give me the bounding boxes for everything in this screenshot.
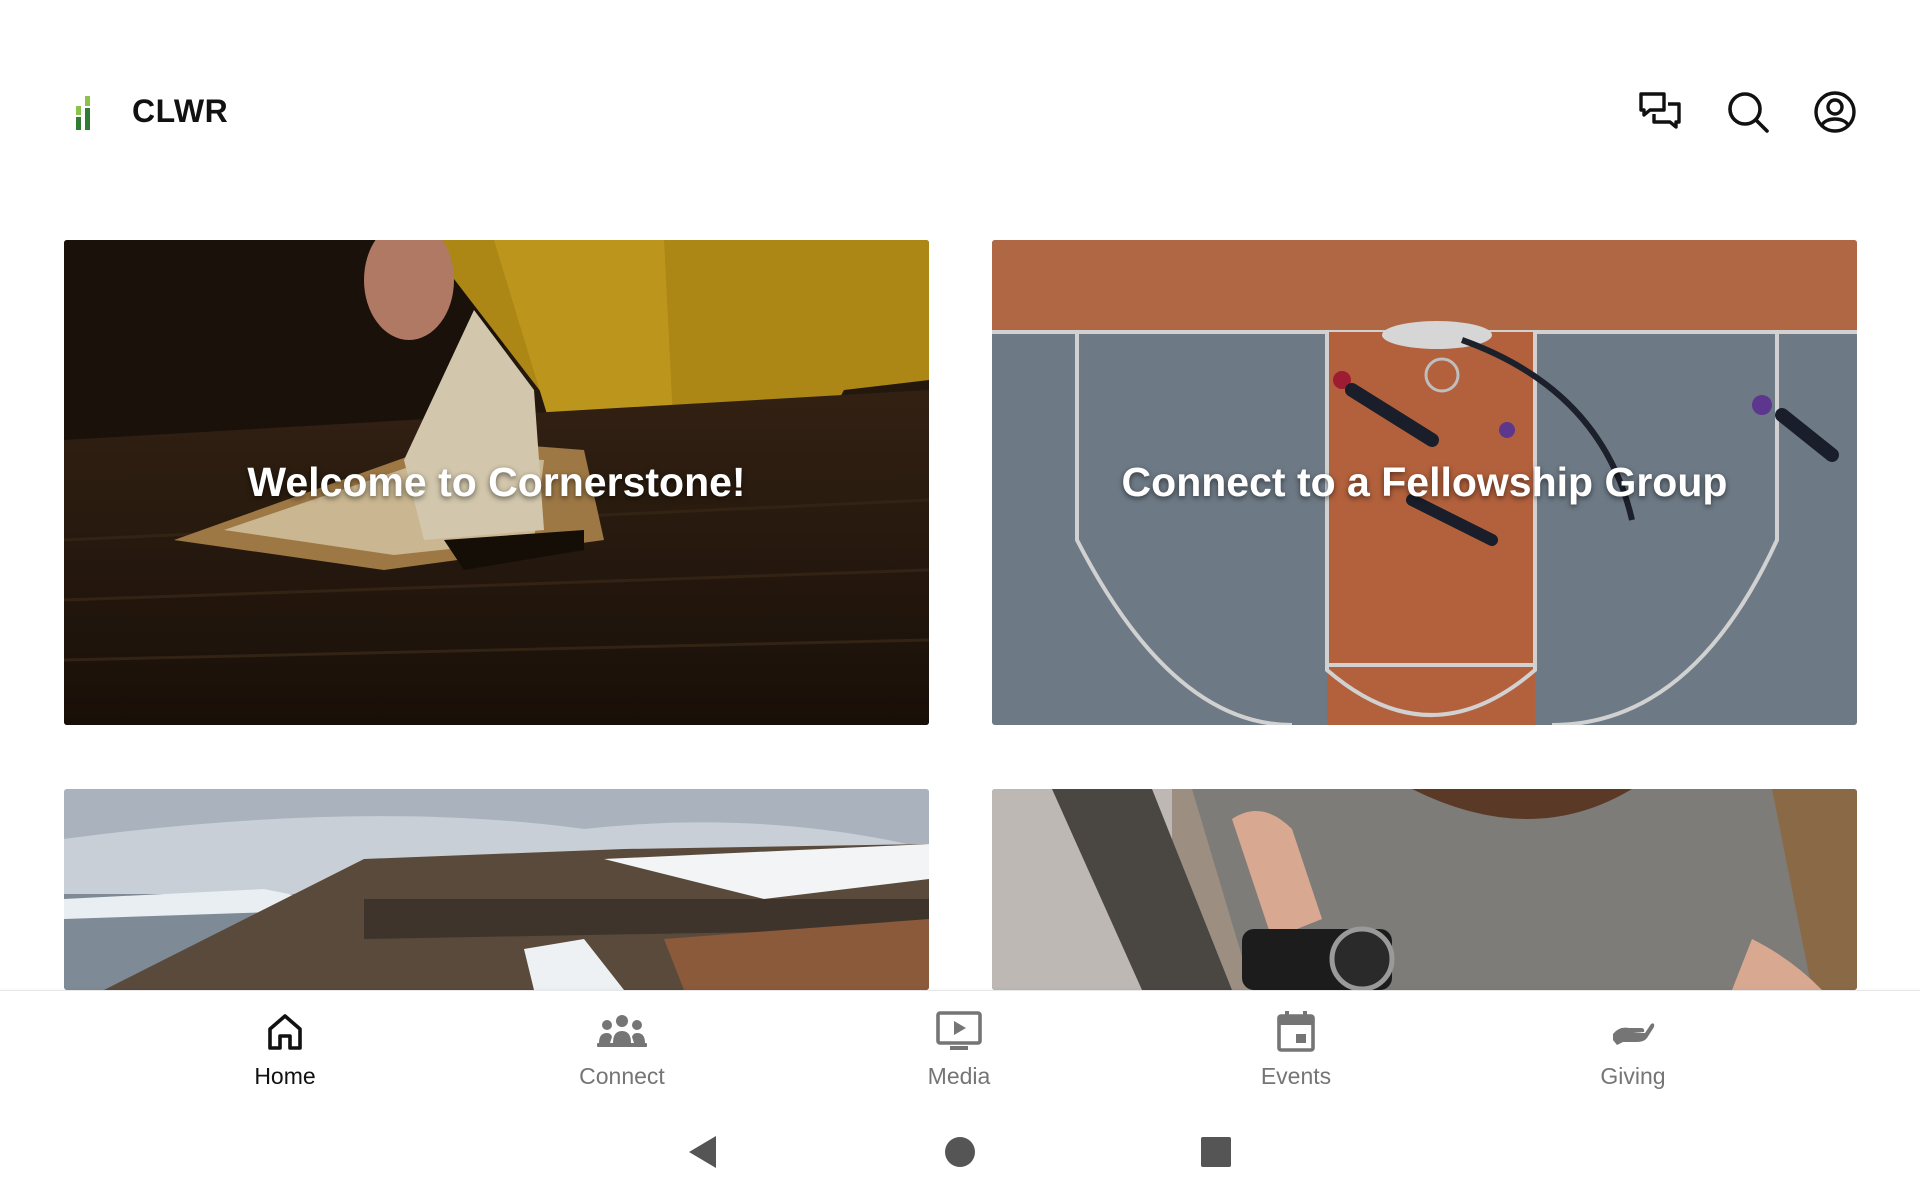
nav-item-connect[interactable]: Connect — [532, 991, 712, 1101]
group-icon — [597, 1009, 647, 1053]
home-icon — [260, 1009, 310, 1053]
card-camera[interactable] — [992, 789, 1857, 990]
giving-hand-icon — [1608, 1009, 1658, 1053]
nav-label-giving: Giving — [1600, 1063, 1666, 1089]
account-icon[interactable] — [1812, 89, 1858, 135]
nav-item-media[interactable]: Media — [869, 991, 1049, 1101]
card-welcome[interactable]: Welcome to Cornerstone! — [64, 240, 929, 725]
calendar-icon — [1271, 1009, 1321, 1053]
nav-item-giving[interactable]: Giving — [1543, 991, 1723, 1101]
nav-label-events: Events — [1260, 1063, 1332, 1089]
recents-square-icon[interactable] — [1196, 1132, 1236, 1172]
back-icon[interactable] — [683, 1132, 723, 1172]
card-landscape[interactable] — [64, 789, 929, 990]
search-icon[interactable] — [1725, 89, 1771, 135]
nav-label-media: Media — [927, 1063, 991, 1089]
person-holding-camera-photo — [992, 789, 1857, 990]
card-title: Connect to a Fellowship Group — [1121, 459, 1728, 505]
snowy-cliff-landscape-photo — [64, 789, 929, 990]
card-title: Welcome to Cornerstone! — [247, 459, 746, 505]
chat-icon[interactable] — [1637, 89, 1683, 135]
app-title: CLWR — [132, 93, 229, 129]
card-fellowship[interactable]: Connect to a Fellowship Group — [992, 240, 1857, 725]
nav-item-home[interactable]: Home — [195, 991, 375, 1101]
media-play-icon — [934, 1009, 984, 1053]
app-header: CLWR — [0, 0, 1920, 225]
bottom-navigation-bar: Home Connect Media Events Giving — [0, 990, 1920, 1100]
clwr-logo — [76, 96, 90, 130]
nav-label-home: Home — [254, 1063, 316, 1089]
nav-label-connect: Connect — [579, 1063, 665, 1089]
home-circle-icon[interactable] — [940, 1132, 980, 1172]
nav-item-events[interactable]: Events — [1206, 991, 1386, 1101]
